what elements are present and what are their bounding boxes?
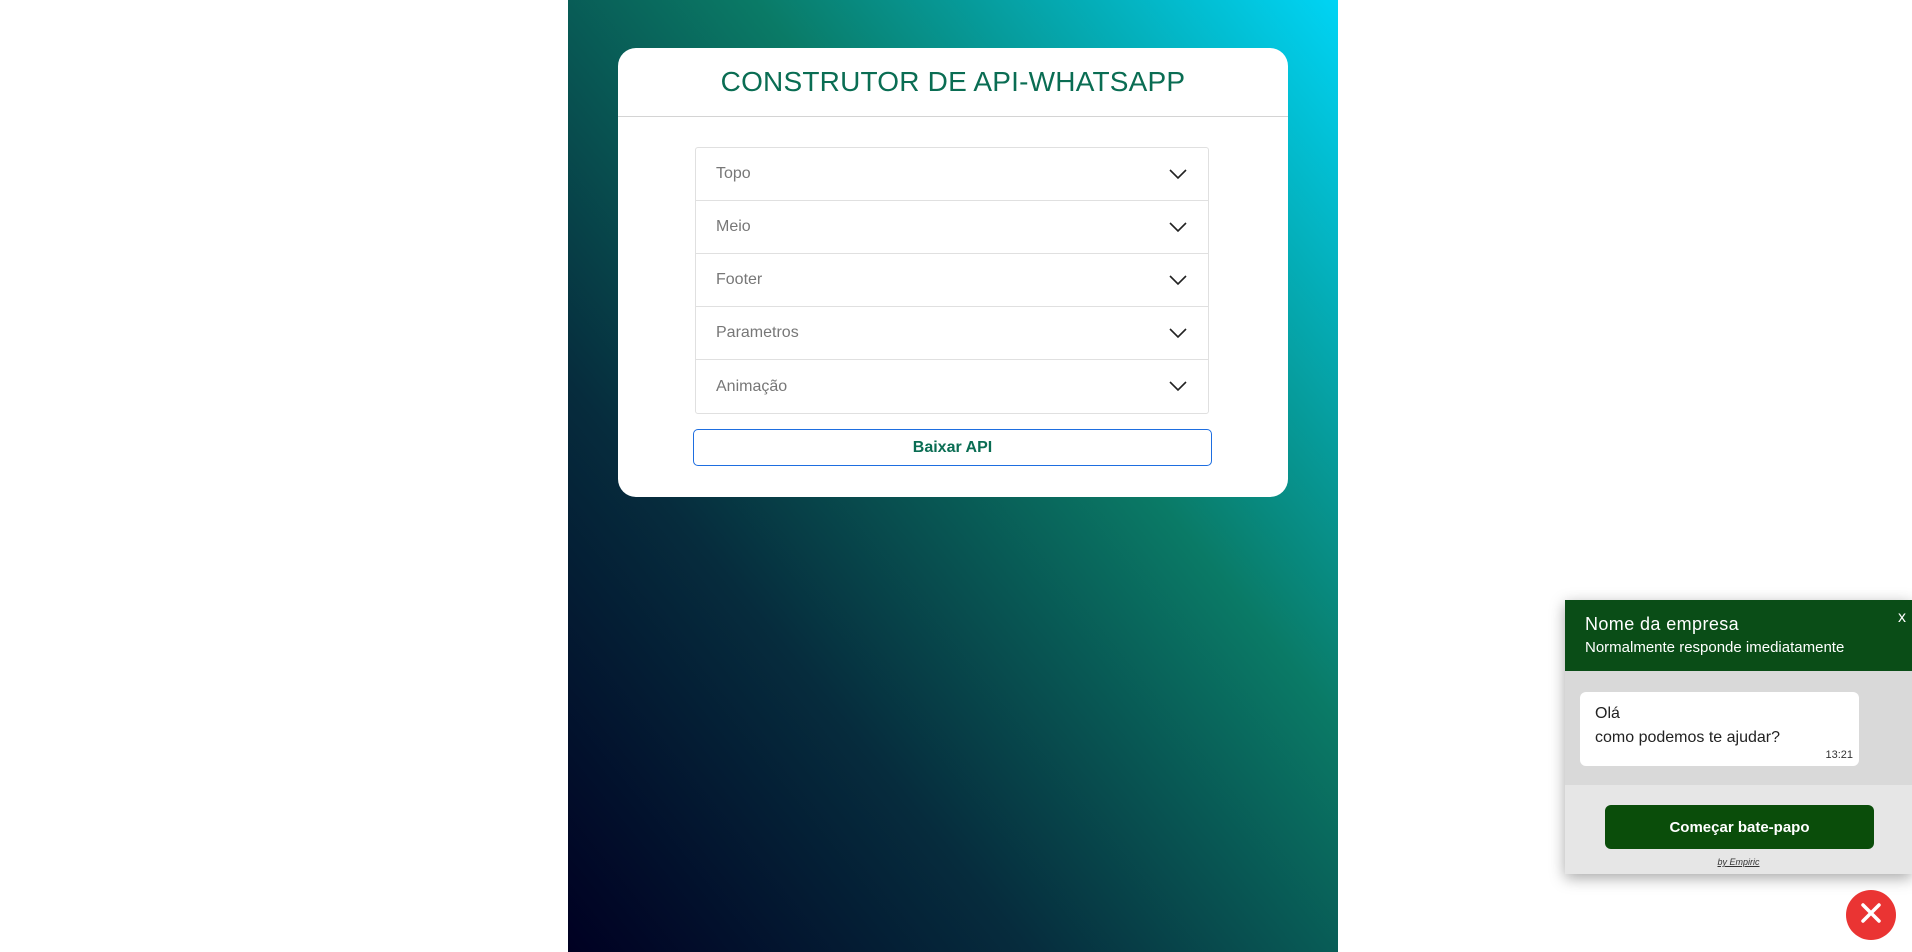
accordion-item-label: Animação [716, 377, 788, 395]
accordion-item-footer[interactable]: Footer [696, 254, 1208, 307]
chat-body: Olá como podemos te ajudar? 13:21 [1565, 671, 1912, 785]
chevron-down-icon [1168, 168, 1188, 180]
chat-close-button[interactable]: x [1894, 609, 1910, 627]
sections-accordion: Topo Meio Footer Parametros Animação [695, 147, 1209, 414]
chevron-down-icon [1168, 381, 1188, 393]
close-chat-fab[interactable] [1846, 890, 1896, 940]
message-bubble: Olá como podemos te ajudar? 13:21 [1580, 692, 1859, 766]
start-chat-button[interactable]: Começar bate-papo [1605, 805, 1874, 849]
message-timestamp: 13:21 [1825, 749, 1853, 761]
accordion-item-animacao[interactable]: Animação [696, 360, 1208, 413]
byline-link[interactable]: by Empiric [1565, 857, 1912, 867]
accordion-item-meio[interactable]: Meio [696, 201, 1208, 254]
whatsapp-chat-widget: Nome da empresa Normalmente responde ime… [1565, 600, 1912, 874]
chevron-down-icon [1168, 274, 1188, 286]
accordion-item-topo[interactable]: Topo [696, 148, 1208, 201]
accordion-item-label: Meio [716, 218, 751, 235]
close-icon [1860, 902, 1882, 929]
message-line: como podemos te ajudar? [1595, 729, 1780, 746]
accordion-item-label: Footer [716, 271, 763, 288]
message-line: Olá [1595, 705, 1620, 722]
response-status: Normalmente responde imediatamente [1585, 639, 1845, 656]
chevron-down-icon [1168, 327, 1188, 339]
accordion-item-parametros[interactable]: Parametros [696, 307, 1208, 360]
accordion-item-label: Parametros [716, 324, 799, 341]
download-api-button[interactable]: Baixar API [693, 429, 1212, 466]
builder-card: CONSTRUTOR DE API-WHATSAPP Topo Meio Foo… [618, 48, 1288, 497]
chevron-down-icon [1168, 221, 1188, 233]
accordion-item-label: Topo [716, 165, 751, 182]
chat-header: Nome da empresa Normalmente responde ime… [1565, 600, 1912, 671]
company-name: Nome da empresa [1585, 614, 1740, 634]
page-title: CONSTRUTOR DE API-WHATSAPP [618, 48, 1288, 117]
chat-footer: Começar bate-papo by Empiric [1565, 785, 1912, 874]
